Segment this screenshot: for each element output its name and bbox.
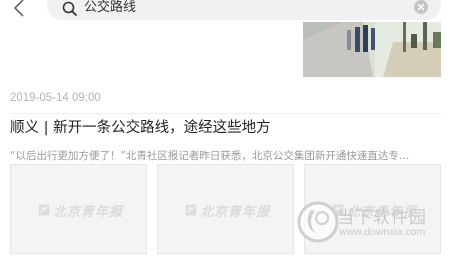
street-photo <box>303 22 441 77</box>
newspaper-logo: 北京青年报 <box>38 200 123 220</box>
newspaper-logo-text: 北京青年报 <box>52 204 123 220</box>
previous-article-photo[interactable] <box>303 22 441 77</box>
article-summary: “以后出行更加方便了！”北青社区报记者昨日获悉，北京公交集团新开通快速直达专… <box>10 150 410 162</box>
site-watermark: 当下软件园 www.downxia.com <box>293 198 443 248</box>
search-bar[interactable]: 公交路线 <box>47 0 441 20</box>
newspaper-logo: 北京青年报 <box>185 200 270 220</box>
newspaper-logo-icon <box>185 204 197 216</box>
article-title[interactable]: 顺义 | 新开一条公交路线，途经这些地方 <box>10 118 441 138</box>
back-button[interactable] <box>10 0 30 20</box>
search-icon <box>62 1 78 17</box>
chevron-left-icon <box>13 0 24 17</box>
newspaper-logo-icon <box>38 204 50 216</box>
top-bar: 公交路线 <box>0 0 450 22</box>
watermark-logo-icon <box>297 201 339 243</box>
article-thumbnail-2[interactable]: 北京青年报 <box>157 164 294 254</box>
search-input[interactable]: 公交路线 <box>84 0 136 17</box>
watermark-name: 当下软件园 <box>337 208 427 228</box>
divider <box>10 113 441 114</box>
clear-icon[interactable] <box>413 0 429 15</box>
newspaper-logo-text: 北京青年报 <box>199 204 270 220</box>
watermark-url: www.downxia.com <box>339 226 426 238</box>
article-date: 2019-05-14 09:00 <box>10 92 101 104</box>
article-thumbnail-1[interactable]: 北京青年报 <box>10 164 147 254</box>
